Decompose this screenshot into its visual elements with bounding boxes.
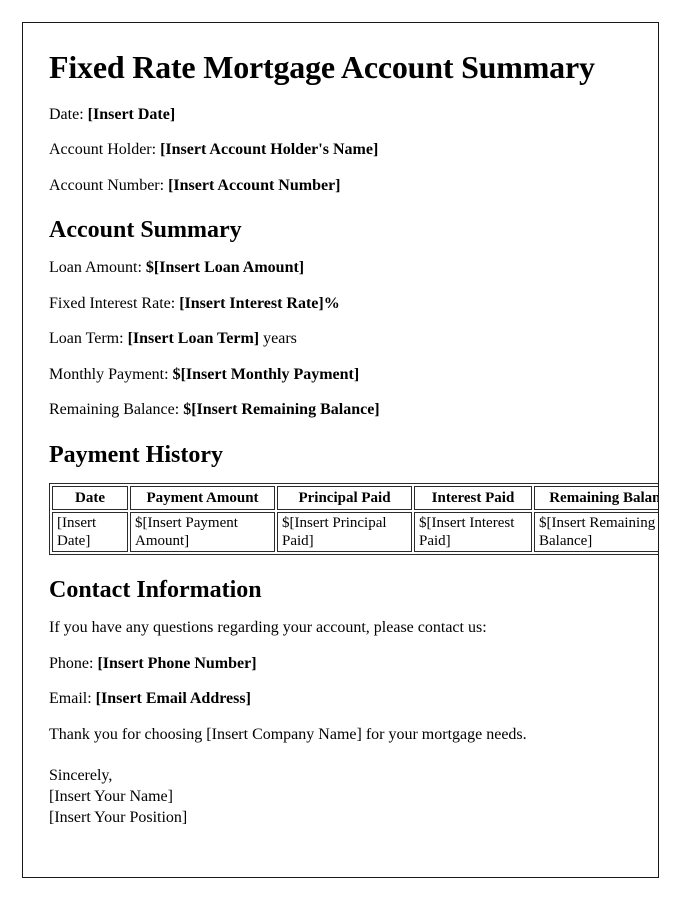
cell-principal-paid: $[Insert Principal Paid]: [277, 512, 412, 553]
field-loan-term-label: Loan Term:: [49, 330, 124, 348]
field-email-value: [Insert Email Address]: [95, 690, 251, 708]
page-title: Fixed Rate Mortgage Account Summary: [49, 49, 595, 85]
field-email-label: Email:: [49, 690, 92, 708]
signature-salutation: Sincerely,: [49, 767, 113, 785]
field-account-number-value: [Insert Account Number]: [168, 176, 341, 194]
table-body: [Insert Date] $[Insert Payment Amount] $…: [52, 512, 658, 553]
field-interest-rate-value: [Insert Interest Rate]%: [179, 294, 340, 312]
section-heading-contact-information: Contact Information: [49, 577, 262, 604]
field-monthly-payment: Monthly Payment: $[Insert Monthly Paymen…: [49, 366, 632, 385]
signature-name: [Insert Your Name]: [49, 787, 173, 805]
field-interest-rate-label: Fixed Interest Rate:: [49, 294, 176, 312]
field-loan-term: Loan Term: [Insert Loan Term] years: [49, 330, 632, 349]
closing-thank-you-text: Thank you for choosing [Insert Company N…: [49, 725, 527, 743]
section-heading-account-summary: Account Summary: [49, 217, 242, 244]
column-header-date: Date: [52, 486, 128, 511]
document-page: Fixed Rate Mortgage Account Summary Date…: [22, 22, 659, 878]
contact-intro-text: If you have any questions regarding your…: [49, 618, 487, 636]
column-header-remaining-balance: Remaining Balance: [534, 486, 658, 511]
field-phone: Phone: [Insert Phone Number]: [49, 655, 632, 674]
cell-date: [Insert Date]: [52, 512, 128, 553]
cell-payment-amount: $[Insert Payment Amount]: [130, 512, 275, 553]
field-loan-amount-value: $[Insert Loan Amount]: [145, 259, 305, 277]
field-remaining-balance-value: $[Insert Remaining Balance]: [183, 401, 380, 419]
field-loan-term-value: [Insert Loan Term]: [127, 330, 260, 348]
document-body: Fixed Rate Mortgage Account Summary Date…: [23, 23, 658, 829]
cell-remaining-balance: $[Insert Remaining Balance]: [534, 512, 658, 553]
table-header-row: Date Payment Amount Principal Paid Inter…: [52, 486, 658, 511]
field-account-holder: Account Holder: [Insert Account Holder's…: [49, 141, 632, 160]
column-header-payment-amount: Payment Amount: [130, 486, 275, 511]
payment-history-table: Date Payment Amount Principal Paid Inter…: [49, 483, 658, 556]
field-account-holder-value: [Insert Account Holder's Name]: [160, 141, 379, 159]
field-account-number-label: Account Number:: [49, 176, 165, 194]
field-loan-amount-label: Loan Amount:: [49, 259, 142, 277]
field-phone-value: [Insert Phone Number]: [97, 654, 257, 672]
cell-interest-paid: $[Insert Interest Paid]: [414, 512, 532, 553]
field-remaining-balance: Remaining Balance: $[Insert Remaining Ba…: [49, 401, 632, 420]
section-heading-payment-history: Payment History: [49, 441, 223, 468]
field-email: Email: [Insert Email Address]: [49, 690, 632, 709]
field-loan-term-suffix: years: [259, 330, 297, 348]
field-phone-label: Phone:: [49, 654, 94, 672]
field-account-holder-label: Account Holder:: [49, 141, 157, 159]
field-monthly-payment-value: $[Insert Monthly Payment]: [172, 365, 360, 383]
field-remaining-balance-label: Remaining Balance:: [49, 401, 180, 419]
field-date-value: [Insert Date]: [87, 105, 176, 123]
field-date: Date: [Insert Date]: [49, 106, 632, 125]
field-interest-rate: Fixed Interest Rate: [Insert Interest Ra…: [49, 295, 632, 314]
signature-position: [Insert Your Position]: [49, 808, 188, 826]
field-date-label: Date:: [49, 105, 84, 123]
field-monthly-payment-label: Monthly Payment:: [49, 365, 169, 383]
field-account-number: Account Number: [Insert Account Number]: [49, 177, 632, 196]
column-header-interest-paid: Interest Paid: [414, 486, 532, 511]
column-header-principal-paid: Principal Paid: [277, 486, 412, 511]
signature-block: Sincerely, [Insert Your Name] [Insert Yo…: [49, 766, 632, 828]
field-loan-amount: Loan Amount: $[Insert Loan Amount]: [49, 259, 632, 278]
table-row: [Insert Date] $[Insert Payment Amount] $…: [52, 512, 658, 553]
table-header: Date Payment Amount Principal Paid Inter…: [52, 486, 658, 511]
